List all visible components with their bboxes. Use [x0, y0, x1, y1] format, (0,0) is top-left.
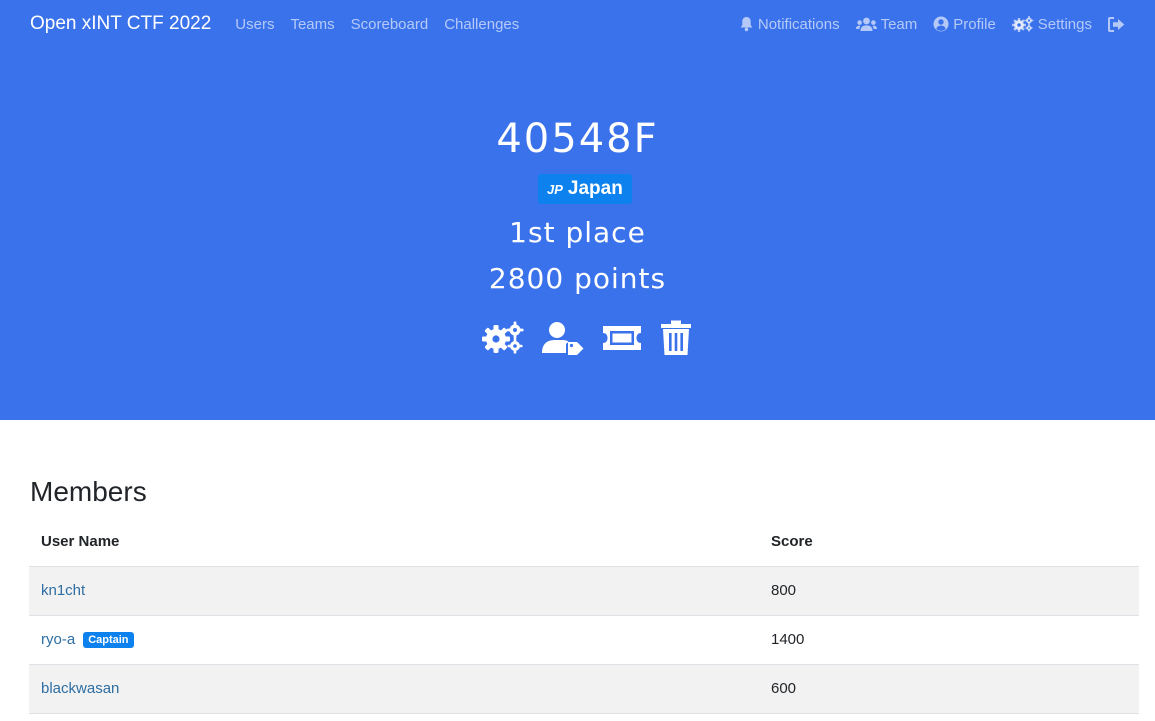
cogs-icon: [1011, 16, 1034, 32]
captain-badge: Captain: [83, 632, 134, 648]
points-word: points: [574, 262, 667, 295]
nav-settings-label: Settings: [1037, 15, 1092, 33]
sign-out-icon: [1108, 16, 1125, 32]
country-name: Japan: [567, 178, 623, 199]
member-name-cell: blackwasan: [29, 664, 771, 714]
ticket-icon[interactable]: [602, 321, 642, 355]
members-heading: Members: [30, 476, 147, 507]
nav-team-label: Team: [880, 15, 918, 33]
cogs-icon[interactable]: [482, 321, 524, 355]
nav-notifications[interactable]: Notifications: [739, 16, 840, 33]
member-link[interactable]: blackwasan: [41, 680, 119, 697]
member-link[interactable]: kn1cht: [41, 582, 85, 599]
place-number: 1st: [509, 216, 556, 249]
nav-notifications-label: Notifications: [757, 15, 840, 33]
member-score: 1400: [771, 615, 1139, 665]
points-number: 2800: [488, 262, 565, 295]
trash-icon[interactable]: [660, 320, 692, 356]
nav-challenges[interactable]: Challenges: [444, 16, 519, 33]
nav-scoreboard[interactable]: Scoreboard: [351, 16, 429, 33]
member-link[interactable]: ryo-a: [41, 631, 75, 648]
table-row: kn1cht 800: [29, 566, 1139, 616]
top-navbar: Open xINT CTF 2022 Users Teams Scoreboar…: [0, 0, 1155, 48]
nav-settings[interactable]: Settings: [1011, 15, 1092, 33]
column-user-name: User Name: [29, 518, 771, 567]
bell-icon: [740, 17, 753, 32]
member-score: 600: [771, 664, 1139, 714]
brand-link[interactable]: Open xINT CTF 2022: [30, 13, 211, 35]
nav-right: Notifications Team Profile Settings: [739, 16, 1125, 33]
nav-logout[interactable]: [1108, 16, 1125, 32]
team-actions: [482, 320, 692, 356]
members-table: User Name Score kn1cht 800 ryo-a Captain …: [29, 518, 1139, 714]
member-name-cell: ryo-a Captain: [29, 615, 771, 665]
table-row: ryo-a Captain 1400: [29, 615, 1139, 665]
member-score: 800: [771, 566, 1139, 616]
team-name: 40548F: [496, 116, 659, 162]
table-row: blackwasan 600: [29, 664, 1139, 714]
users-icon: [855, 17, 877, 31]
nav-users[interactable]: Users: [235, 16, 274, 33]
nav-profile[interactable]: Profile: [933, 16, 996, 33]
member-name-cell: kn1cht: [29, 566, 771, 616]
nav-teams[interactable]: Teams: [290, 16, 334, 33]
user-circle-icon: [933, 16, 949, 32]
column-score: Score: [771, 518, 1139, 567]
nav-profile-label: Profile: [953, 15, 996, 33]
country-code: JP: [547, 181, 563, 197]
members-header-row: User Name Score: [29, 518, 1139, 567]
team-header: 40548F JP Japan 1st place 2800 points: [0, 48, 1155, 420]
team-place: 1st place: [0, 216, 1155, 249]
nav-team[interactable]: Team: [855, 15, 918, 33]
user-tag-icon[interactable]: [542, 321, 584, 355]
country-badge: JP Japan: [538, 174, 632, 204]
nav-left: Users Teams Scoreboard Challenges: [235, 16, 519, 33]
team-points: 2800 points: [0, 262, 1155, 295]
place-word: place: [565, 216, 646, 249]
